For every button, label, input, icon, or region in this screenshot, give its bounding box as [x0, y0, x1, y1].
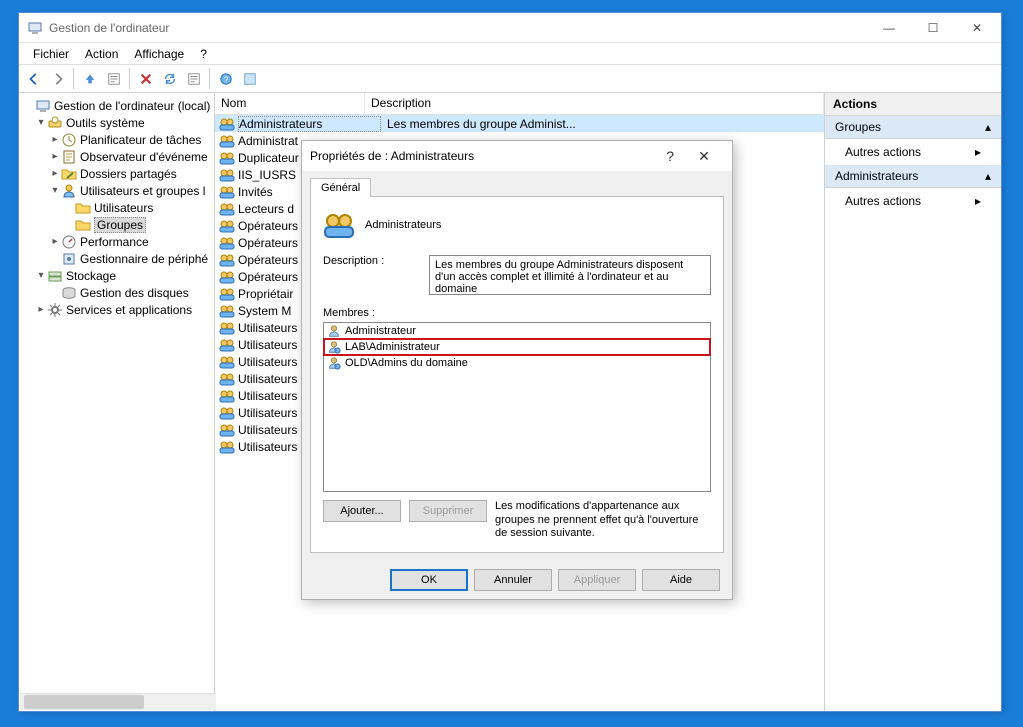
add-button[interactable]: Ajouter...: [323, 500, 401, 522]
delete-button[interactable]: [135, 68, 157, 90]
description-field[interactable]: Les membres du groupe Administrateurs di…: [429, 255, 711, 295]
tree-storage[interactable]: ▾Stockage: [21, 267, 212, 284]
export-button[interactable]: [183, 68, 205, 90]
group-icon: [219, 201, 235, 217]
members-label: Membres :: [323, 307, 711, 319]
group-name: Administrateurs: [365, 219, 441, 231]
chevron-up-icon: ▴: [985, 120, 991, 134]
group-icon: [219, 388, 235, 404]
group-icon: [219, 269, 235, 285]
chevron-up-icon: ▴: [985, 169, 991, 183]
menu-file[interactable]: Fichier: [25, 45, 77, 63]
list-row[interactable]: AdministrateursLes membres du groupe Adm…: [215, 115, 824, 132]
group-icon: [219, 235, 235, 251]
toolbar: [19, 65, 1001, 93]
dialog-titlebar: Propriétés de : Administrateurs ? ✕: [302, 141, 732, 171]
chevron-right-icon: ▸: [975, 145, 981, 159]
tree-system-tools[interactable]: ▾Outils système: [21, 114, 212, 131]
group-icon: [323, 209, 355, 241]
tab-general[interactable]: Général: [310, 178, 371, 197]
group-icon: [219, 303, 235, 319]
tree-scheduler[interactable]: ▸Planificateur de tâches: [21, 131, 212, 148]
tree-groups[interactable]: Groupes: [21, 216, 212, 233]
group-icon: [219, 116, 235, 132]
close-button[interactable]: ✕: [955, 13, 999, 42]
col-name[interactable]: Nom: [215, 93, 365, 114]
view-button[interactable]: [239, 68, 261, 90]
help-button[interactable]: Aide: [642, 569, 720, 591]
cancel-button[interactable]: Annuler: [474, 569, 552, 591]
navigation-tree[interactable]: Gestion de l'ordinateur (local) ▾Outils …: [19, 93, 215, 711]
dialog-footer: OK Annuler Appliquer Aide: [302, 561, 732, 599]
col-desc[interactable]: Description: [365, 93, 824, 114]
group-icon: [219, 150, 235, 166]
member-row[interactable]: Administrateur: [324, 323, 710, 339]
tree-scrollbar[interactable]: [20, 693, 216, 710]
group-icon: [219, 405, 235, 421]
user-domain-icon: [327, 356, 341, 370]
back-button[interactable]: [23, 68, 45, 90]
properties-dialog: Propriétés de : Administrateurs ? ✕ Géné…: [301, 140, 733, 600]
tab-strip: Général: [302, 171, 732, 196]
group-icon: [219, 422, 235, 438]
tree-services[interactable]: ▸Services et applications: [21, 301, 212, 318]
tree-performance[interactable]: ▸Performance: [21, 233, 212, 250]
dialog-title: Propriétés de : Administrateurs: [310, 149, 474, 163]
actions-other-1[interactable]: Autres actions▸: [825, 139, 1001, 165]
title-bar: Gestion de l'ordinateur — ☐ ✕: [19, 13, 1001, 43]
dialog-close-icon[interactable]: ✕: [684, 148, 724, 165]
member-row-highlighted[interactable]: LAB\Administrateur: [324, 339, 710, 355]
remove-button[interactable]: Supprimer: [409, 500, 487, 522]
forward-button[interactable]: [47, 68, 69, 90]
actions-other-2[interactable]: Autres actions▸: [825, 188, 1001, 214]
tab-page: Administrateurs Description : Les membre…: [310, 196, 724, 553]
actions-header: Actions: [825, 93, 1001, 116]
refresh-button[interactable]: [159, 68, 181, 90]
group-icon: [219, 252, 235, 268]
desc-label: Description :: [323, 255, 419, 295]
help-button[interactable]: [215, 68, 237, 90]
minimize-button[interactable]: —: [867, 13, 911, 42]
tree-eventviewer[interactable]: ▸Observateur d'événeme: [21, 148, 212, 165]
tree-shared[interactable]: ▸Dossiers partagés: [21, 165, 212, 182]
membership-note: Les modifications d'appartenance aux gro…: [495, 500, 711, 540]
group-icon: [219, 184, 235, 200]
menu-action[interactable]: Action: [77, 45, 126, 63]
tree-users[interactable]: Utilisateurs: [21, 199, 212, 216]
user-icon: [327, 324, 341, 338]
tree-localusers[interactable]: ▾Utilisateurs et groupes l: [21, 182, 212, 199]
maximize-button[interactable]: ☐: [911, 13, 955, 42]
ok-button[interactable]: OK: [390, 569, 468, 591]
list-header: Nom Description: [215, 93, 824, 115]
dialog-help-icon[interactable]: ?: [666, 148, 674, 164]
menu-bar: Fichier Action Affichage ?: [19, 43, 1001, 65]
window-title: Gestion de l'ordinateur: [49, 21, 867, 35]
group-icon: [219, 286, 235, 302]
app-icon: [27, 20, 43, 36]
group-icon: [219, 439, 235, 455]
up-button[interactable]: [79, 68, 101, 90]
actions-section-groups[interactable]: Groupes▴: [825, 116, 1001, 139]
group-icon: [219, 218, 235, 234]
user-domain-icon: [327, 340, 341, 354]
group-icon: [219, 354, 235, 370]
tree-diskmgr[interactable]: Gestion des disques: [21, 284, 212, 301]
actions-section-admins[interactable]: Administrateurs▴: [825, 165, 1001, 188]
tree-root[interactable]: Gestion de l'ordinateur (local): [21, 97, 212, 114]
menu-help[interactable]: ?: [192, 45, 215, 63]
actions-pane: Actions Groupes▴ Autres actions▸ Adminis…: [825, 93, 1001, 711]
group-icon: [219, 133, 235, 149]
apply-button[interactable]: Appliquer: [558, 569, 636, 591]
group-icon: [219, 320, 235, 336]
group-icon: [219, 167, 235, 183]
tree-devmgr[interactable]: Gestionnaire de périphé: [21, 250, 212, 267]
chevron-right-icon: ▸: [975, 194, 981, 208]
menu-view[interactable]: Affichage: [126, 45, 192, 63]
group-icon: [219, 371, 235, 387]
member-row[interactable]: OLD\Admins du domaine: [324, 355, 710, 371]
properties-button[interactable]: [103, 68, 125, 90]
group-icon: [219, 337, 235, 353]
members-list[interactable]: Administrateur LAB\Administrateur OLD\Ad…: [323, 322, 711, 492]
